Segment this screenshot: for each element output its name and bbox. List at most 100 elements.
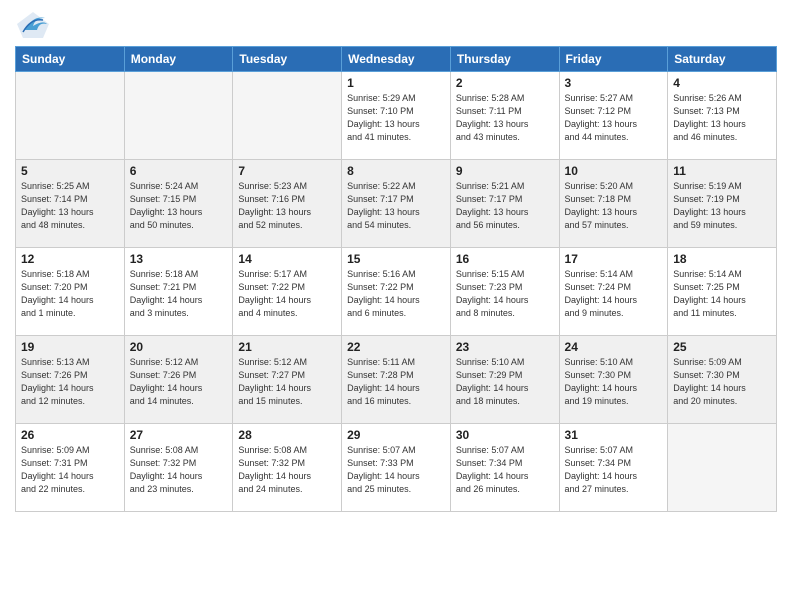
day-number: 21: [238, 340, 336, 354]
day-number: 15: [347, 252, 445, 266]
calendar-cell: 16 Sunrise: 5:15 AM Sunset: 7:23 PM Dayli…: [450, 248, 559, 336]
week-row-4: 19 Sunrise: 5:13 AM Sunset: 7:26 PM Dayli…: [16, 336, 777, 424]
day-info: Sunrise: 5:07 AM Sunset: 7:33 PM Dayligh…: [347, 444, 445, 496]
day-info: Sunrise: 5:20 AM Sunset: 7:18 PM Dayligh…: [565, 180, 663, 232]
th-tuesday: Tuesday: [233, 47, 342, 72]
day-info: Sunrise: 5:12 AM Sunset: 7:26 PM Dayligh…: [130, 356, 228, 408]
calendar-cell: 27 Sunrise: 5:08 AM Sunset: 7:32 PM Dayli…: [124, 424, 233, 512]
day-number: 3: [565, 76, 663, 90]
week-row-5: 26 Sunrise: 5:09 AM Sunset: 7:31 PM Dayli…: [16, 424, 777, 512]
day-info: Sunrise: 5:17 AM Sunset: 7:22 PM Dayligh…: [238, 268, 336, 320]
week-row-1: 1Sunrise: 5:29 AM Sunset: 7:10 PM Daylig…: [16, 72, 777, 160]
day-info: Sunrise: 5:12 AM Sunset: 7:27 PM Dayligh…: [238, 356, 336, 408]
day-number: 9: [456, 164, 554, 178]
calendar-cell: 20Sunrise: 5:12 AM Sunset: 7:26 PM Dayli…: [124, 336, 233, 424]
calendar-cell: [124, 72, 233, 160]
calendar-cell: [668, 424, 777, 512]
calendar-cell: 12 Sunrise: 5:18 AM Sunset: 7:20 PM Dayli…: [16, 248, 125, 336]
day-info: Sunrise: 5:21 AM Sunset: 7:17 PM Dayligh…: [456, 180, 554, 232]
calendar-cell: 15 Sunrise: 5:16 AM Sunset: 7:22 PM Dayli…: [342, 248, 451, 336]
day-info: Sunrise: 5:11 AM Sunset: 7:28 PM Dayligh…: [347, 356, 445, 408]
calendar-cell: 17 Sunrise: 5:14 AM Sunset: 7:24 PM Dayli…: [559, 248, 668, 336]
day-number: 16: [456, 252, 554, 266]
day-info: Sunrise: 5:18 AM Sunset: 7:20 PM Dayligh…: [21, 268, 119, 320]
day-info: Sunrise: 5:16 AM Sunset: 7:22 PM Dayligh…: [347, 268, 445, 320]
day-number: 28: [238, 428, 336, 442]
day-info: Sunrise: 5:27 AM Sunset: 7:12 PM Dayligh…: [565, 92, 663, 144]
day-info: Sunrise: 5:10 AM Sunset: 7:30 PM Dayligh…: [565, 356, 663, 408]
calendar-cell: 21 Sunrise: 5:12 AM Sunset: 7:27 PM Dayli…: [233, 336, 342, 424]
day-number: 22: [347, 340, 445, 354]
day-number: 1: [347, 76, 445, 90]
th-thursday: Thursday: [450, 47, 559, 72]
day-number: 25: [673, 340, 771, 354]
th-monday: Monday: [124, 47, 233, 72]
day-info: Sunrise: 5:25 AM Sunset: 7:14 PM Dayligh…: [21, 180, 119, 232]
day-info: Sunrise: 5:18 AM Sunset: 7:21 PM Dayligh…: [130, 268, 228, 320]
calendar-cell: 1Sunrise: 5:29 AM Sunset: 7:10 PM Daylig…: [342, 72, 451, 160]
day-number: 30: [456, 428, 554, 442]
day-number: 29: [347, 428, 445, 442]
day-number: 12: [21, 252, 119, 266]
th-wednesday: Wednesday: [342, 47, 451, 72]
day-number: 2: [456, 76, 554, 90]
day-info: Sunrise: 5:09 AM Sunset: 7:31 PM Dayligh…: [21, 444, 119, 496]
logo: [15, 10, 55, 40]
calendar-cell: 7 Sunrise: 5:23 AM Sunset: 7:16 PM Daylig…: [233, 160, 342, 248]
day-number: 17: [565, 252, 663, 266]
day-info: Sunrise: 5:19 AM Sunset: 7:19 PM Dayligh…: [673, 180, 771, 232]
day-number: 7: [238, 164, 336, 178]
day-info: Sunrise: 5:15 AM Sunset: 7:23 PM Dayligh…: [456, 268, 554, 320]
day-info: Sunrise: 5:26 AM Sunset: 7:13 PM Dayligh…: [673, 92, 771, 144]
day-number: 27: [130, 428, 228, 442]
day-info: Sunrise: 5:13 AM Sunset: 7:26 PM Dayligh…: [21, 356, 119, 408]
day-info: Sunrise: 5:14 AM Sunset: 7:24 PM Dayligh…: [565, 268, 663, 320]
day-info: Sunrise: 5:23 AM Sunset: 7:16 PM Dayligh…: [238, 180, 336, 232]
day-info: Sunrise: 5:10 AM Sunset: 7:29 PM Dayligh…: [456, 356, 554, 408]
day-number: 11: [673, 164, 771, 178]
calendar-cell: 28 Sunrise: 5:08 AM Sunset: 7:32 PM Dayli…: [233, 424, 342, 512]
calendar-cell: 22 Sunrise: 5:11 AM Sunset: 7:28 PM Dayli…: [342, 336, 451, 424]
logo-icon: [15, 10, 51, 40]
calendar-cell: 30Sunrise: 5:07 AM Sunset: 7:34 PM Dayli…: [450, 424, 559, 512]
calendar-cell: 3 Sunrise: 5:27 AM Sunset: 7:12 PM Daylig…: [559, 72, 668, 160]
calendar-cell: 24 Sunrise: 5:10 AM Sunset: 7:30 PM Dayli…: [559, 336, 668, 424]
day-number: 5: [21, 164, 119, 178]
day-number: 26: [21, 428, 119, 442]
day-info: Sunrise: 5:22 AM Sunset: 7:17 PM Dayligh…: [347, 180, 445, 232]
calendar-cell: 29 Sunrise: 5:07 AM Sunset: 7:33 PM Dayli…: [342, 424, 451, 512]
week-row-2: 5 Sunrise: 5:25 AM Sunset: 7:14 PM Daylig…: [16, 160, 777, 248]
th-friday: Friday: [559, 47, 668, 72]
calendar-cell: 31 Sunrise: 5:07 AM Sunset: 7:34 PM Dayli…: [559, 424, 668, 512]
day-number: 6: [130, 164, 228, 178]
day-info: Sunrise: 5:28 AM Sunset: 7:11 PM Dayligh…: [456, 92, 554, 144]
calendar-cell: 5 Sunrise: 5:25 AM Sunset: 7:14 PM Daylig…: [16, 160, 125, 248]
calendar-cell: 4 Sunrise: 5:26 AM Sunset: 7:13 PM Daylig…: [668, 72, 777, 160]
day-number: 23: [456, 340, 554, 354]
day-number: 8: [347, 164, 445, 178]
th-saturday: Saturday: [668, 47, 777, 72]
calendar-cell: 11 Sunrise: 5:19 AM Sunset: 7:19 PM Dayli…: [668, 160, 777, 248]
day-number: 24: [565, 340, 663, 354]
calendar-cell: 19 Sunrise: 5:13 AM Sunset: 7:26 PM Dayli…: [16, 336, 125, 424]
day-number: 18: [673, 252, 771, 266]
day-number: 31: [565, 428, 663, 442]
calendar-table: Sunday Monday Tuesday Wednesday Thursday…: [15, 46, 777, 512]
day-info: Sunrise: 5:08 AM Sunset: 7:32 PM Dayligh…: [238, 444, 336, 496]
day-info: Sunrise: 5:08 AM Sunset: 7:32 PM Dayligh…: [130, 444, 228, 496]
calendar-cell: 14Sunrise: 5:17 AM Sunset: 7:22 PM Dayli…: [233, 248, 342, 336]
calendar-cell: 23 Sunrise: 5:10 AM Sunset: 7:29 PM Dayli…: [450, 336, 559, 424]
calendar-cell: 26 Sunrise: 5:09 AM Sunset: 7:31 PM Dayli…: [16, 424, 125, 512]
day-number: 19: [21, 340, 119, 354]
calendar-cell: [16, 72, 125, 160]
header: [15, 10, 777, 40]
day-number: 4: [673, 76, 771, 90]
calendar-cell: 13Sunrise: 5:18 AM Sunset: 7:21 PM Dayli…: [124, 248, 233, 336]
calendar-cell: 18Sunrise: 5:14 AM Sunset: 7:25 PM Dayli…: [668, 248, 777, 336]
calendar-cell: [233, 72, 342, 160]
page: Sunday Monday Tuesday Wednesday Thursday…: [0, 0, 792, 612]
header-row: Sunday Monday Tuesday Wednesday Thursday…: [16, 47, 777, 72]
th-sunday: Sunday: [16, 47, 125, 72]
day-info: Sunrise: 5:07 AM Sunset: 7:34 PM Dayligh…: [565, 444, 663, 496]
calendar-cell: 10Sunrise: 5:20 AM Sunset: 7:18 PM Dayli…: [559, 160, 668, 248]
